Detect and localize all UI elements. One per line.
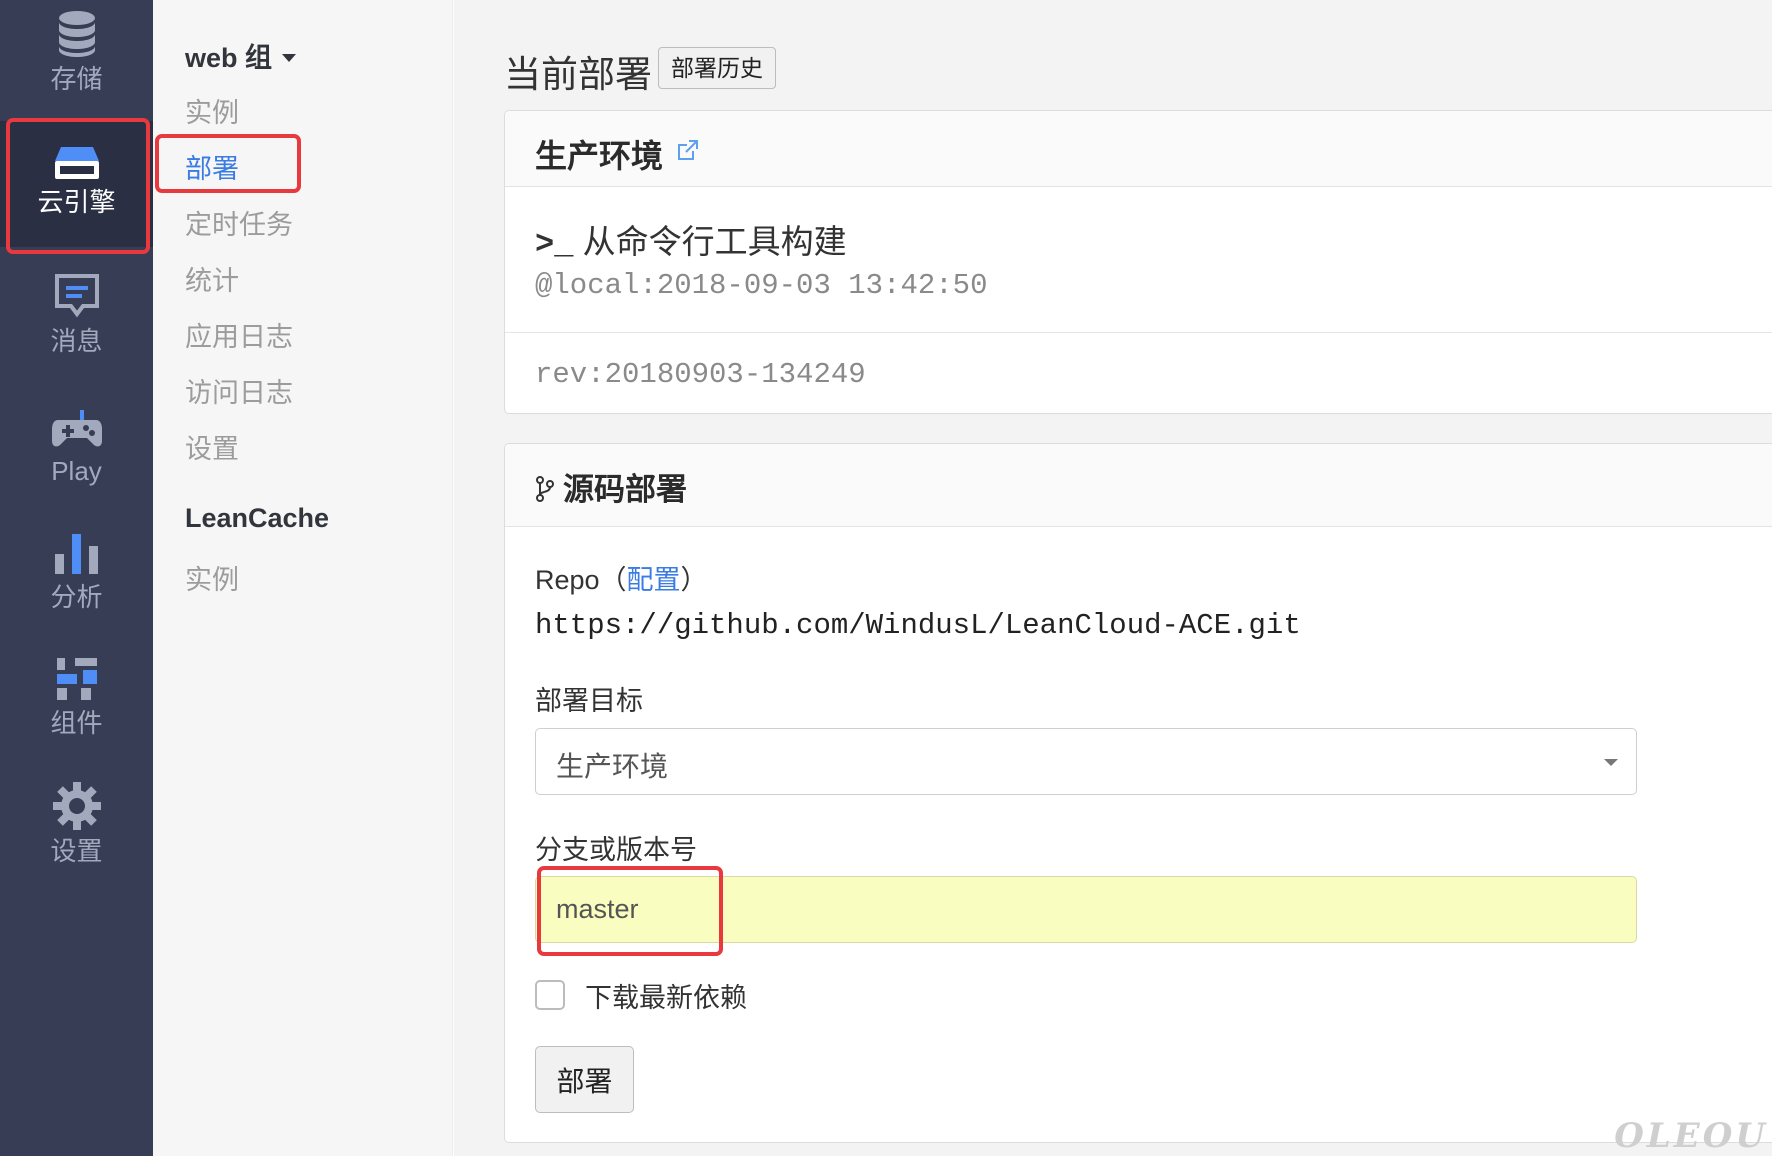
- gamepad-icon: [51, 410, 102, 447]
- branch-input[interactable]: [535, 876, 1637, 943]
- database-icon: [58, 11, 95, 57]
- message-icon: [54, 274, 99, 318]
- subnav-item-instances[interactable]: 实例: [185, 91, 239, 130]
- subnav-item-stats[interactable]: 统计: [185, 259, 239, 298]
- sidebar-item-storage[interactable]: 存储: [0, 10, 153, 110]
- external-link-icon[interactable]: [677, 139, 699, 161]
- source-deploy-panel: 源码部署 Repo（配置） https://github.com/WindusL…: [504, 443, 1772, 1143]
- sidebar-item-components[interactable]: 组件: [0, 656, 153, 756]
- chevron-down-icon: [1604, 759, 1618, 766]
- download-deps-checkbox[interactable]: [535, 980, 565, 1010]
- group-title-leancache[interactable]: LeanCache: [185, 503, 329, 534]
- subnav-item-deploy[interactable]: 部署: [185, 147, 239, 186]
- branch-label: 分支或版本号: [535, 835, 697, 865]
- sidebar-item-label: 存储: [50, 64, 103, 94]
- subnav-item-cron-jobs[interactable]: 定时任务: [185, 203, 293, 242]
- download-deps-label: 下载最新依赖: [585, 983, 747, 1013]
- divider: [505, 332, 1772, 333]
- sidebar-item-label: 云引擎: [37, 187, 116, 217]
- deploy-target-label: 部署目标: [535, 686, 643, 716]
- group-title: web 组: [185, 43, 273, 73]
- build-source: >_ 从命令行工具构建: [535, 215, 847, 263]
- subnav-item-leancache-instances[interactable]: 实例: [185, 558, 239, 597]
- subnav-item-access-logs[interactable]: 访问日志: [185, 371, 293, 410]
- page-title: 当前部署: [504, 54, 652, 95]
- bar-chart-icon: [54, 534, 98, 574]
- terminal-icon: >_: [535, 226, 574, 263]
- deploy-button[interactable]: 部署: [535, 1046, 634, 1113]
- sidebar-item-cloud-engine[interactable]: 云引擎: [0, 121, 153, 247]
- sidebar-item-messages[interactable]: 消息: [0, 272, 153, 372]
- chevron-down-icon: [282, 53, 297, 62]
- group-selector-web[interactable]: web 组: [185, 36, 297, 75]
- sidebar-item-analytics[interactable]: 分析: [0, 532, 153, 632]
- panel-header: 源码部署: [505, 444, 1772, 527]
- sidebar-item-label: 设置: [50, 836, 103, 866]
- watermark: OLEOU: [1614, 1116, 1768, 1156]
- environment-panel: 生产环境 >_ 从命令行工具构建 @local:2018-09-03 13:42…: [504, 110, 1772, 414]
- sidebar-item-label: 消息: [50, 326, 103, 356]
- deploy-history-button[interactable]: 部署历史: [658, 47, 776, 89]
- deploy-timestamp: @local:2018-09-03 13:42:50: [535, 269, 988, 302]
- git-branch-icon: [536, 475, 554, 502]
- repo-label-suffix: ）: [680, 565, 708, 595]
- components-icon: [56, 658, 97, 700]
- panel-header: 生产环境: [505, 111, 1772, 187]
- sidebar-item-label: 组件: [50, 708, 103, 738]
- environment-title: 生产环境: [535, 138, 664, 174]
- sidebar-item-label: Play: [51, 456, 102, 486]
- repo-label-text: Repo（: [535, 565, 627, 595]
- deploy-target-value: 生产环境: [556, 751, 669, 782]
- sidebar-item-settings[interactable]: 设置: [0, 782, 153, 882]
- main-content: 当前部署 部署历史 生产环境 >_ 从命令行工具构建 @local:2018-0…: [454, 0, 1772, 1156]
- build-source-text: 从命令行工具构建: [582, 223, 847, 260]
- engine-icon: [54, 147, 99, 179]
- sidebar-item-label: 分析: [50, 582, 103, 612]
- repo-url: https://github.com/WindusL/LeanCloud-ACE…: [535, 609, 1301, 642]
- subnav-item-settings[interactable]: 设置: [185, 427, 239, 466]
- repo-config-link[interactable]: 配置: [627, 565, 681, 595]
- sidebar-item-play[interactable]: Play: [0, 408, 153, 508]
- gear-icon: [52, 782, 101, 830]
- source-deploy-title: 源码部署: [563, 472, 687, 507]
- repo-label: Repo（配置）: [535, 558, 708, 597]
- deploy-target-select[interactable]: 生产环境: [535, 728, 1637, 795]
- app-icon-sidebar: 存储 云引擎 消息 Play 分析 组件 设置: [0, 0, 153, 1156]
- source-deploy-title-row: 源码部署: [535, 464, 687, 509]
- revision-id: rev:20180903-134249: [535, 358, 866, 391]
- secondary-sidebar: web 组 实例 部署 定时任务 统计 应用日志 访问日志 设置 LeanCac…: [153, 0, 453, 1156]
- subnav-item-app-logs[interactable]: 应用日志: [185, 315, 293, 354]
